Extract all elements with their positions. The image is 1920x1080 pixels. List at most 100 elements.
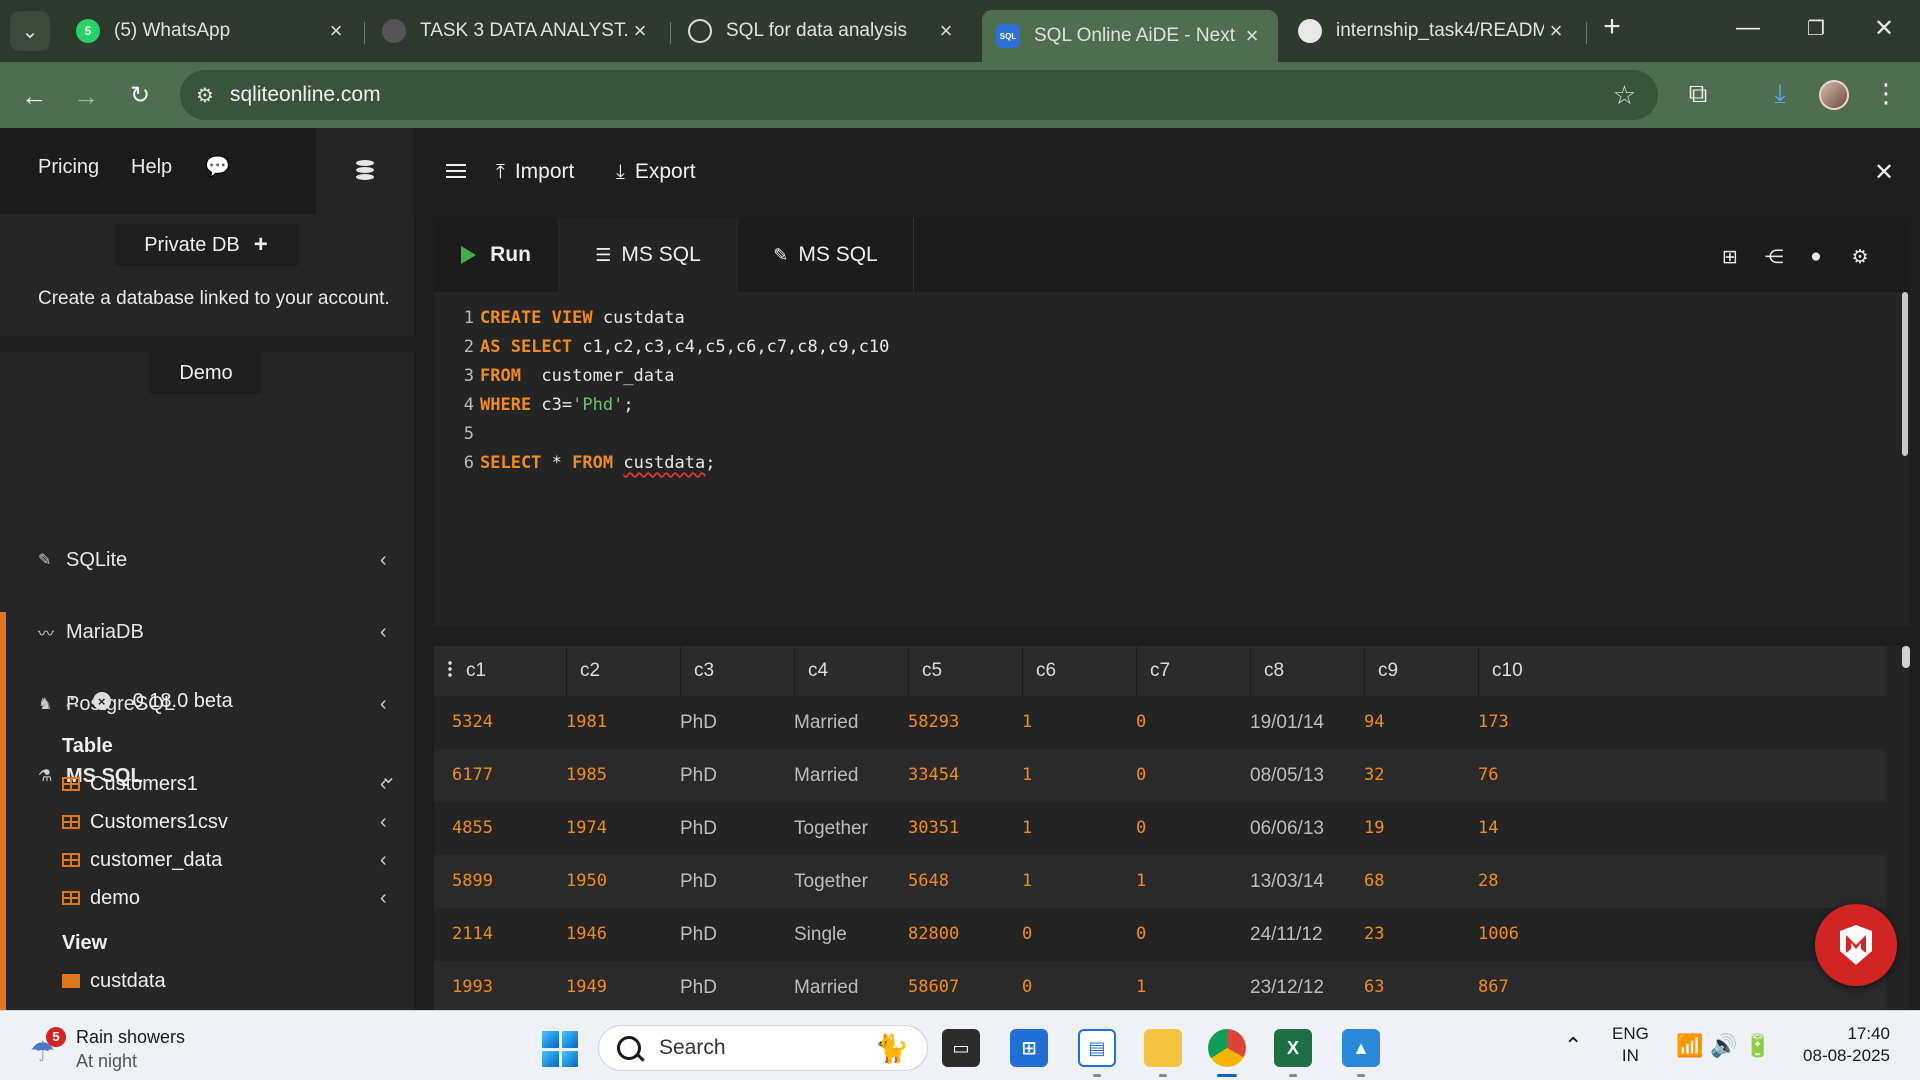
column-header[interactable]: c2 xyxy=(580,646,600,696)
table-cell[interactable]: 4855 xyxy=(452,802,493,855)
table-cell[interactable]: PhD xyxy=(680,749,717,802)
excel-app-icon[interactable]: X xyxy=(1274,1029,1312,1067)
table-cell[interactable]: 58293 xyxy=(908,696,959,749)
close-icon[interactable]: ✕ xyxy=(1874,158,1894,187)
column-divider[interactable] xyxy=(1478,646,1479,696)
table-cell[interactable]: Married xyxy=(794,696,858,749)
bookmark-star-icon[interactable]: ☆ xyxy=(1613,80,1636,111)
code-line[interactable]: 6 SELECT * FROM custdata; xyxy=(434,449,716,478)
browser-tab-sqlonline[interactable]: SQL SQL Online AiDE - Next gen × xyxy=(982,10,1278,62)
volume-icon[interactable]: 🔊 xyxy=(1710,1033,1737,1059)
battery-icon[interactable]: 🔋 xyxy=(1744,1033,1771,1059)
table-cell[interactable]: 19 xyxy=(1364,802,1384,855)
browser-tab-github[interactable]: internship_task4/README.md × xyxy=(1284,10,1582,52)
restore-icon[interactable]: ❐ xyxy=(1796,16,1836,41)
close-icon[interactable]: × xyxy=(1544,18,1568,44)
add-tab-icon[interactable]: ⊞ xyxy=(1718,246,1742,269)
table-cell[interactable]: 23/12/12 xyxy=(1250,961,1324,1010)
table-cell[interactable]: 82800 xyxy=(908,908,959,961)
column-header[interactable]: c10 xyxy=(1492,646,1523,696)
column-header[interactable]: c6 xyxy=(1036,646,1056,696)
export-button[interactable]: ⤓ Export xyxy=(616,160,696,184)
table-cell[interactable]: 1006 xyxy=(1478,908,1519,961)
table-cell[interactable]: 1 xyxy=(1136,961,1146,1010)
windows-start-icon[interactable] xyxy=(542,1031,578,1067)
browser-tab-chatgpt[interactable]: SQL for data analysis × xyxy=(674,10,972,52)
table-cell[interactable]: 1 xyxy=(1136,855,1146,908)
table-cell[interactable]: 24/11/12 xyxy=(1250,908,1323,961)
column-divider[interactable] xyxy=(566,646,567,696)
table-cell[interactable]: 28 xyxy=(1478,855,1498,908)
table-cell[interactable]: 0 xyxy=(1136,749,1146,802)
profile-avatar[interactable] xyxy=(1819,80,1849,110)
table-cell[interactable]: 63 xyxy=(1364,961,1384,1010)
table-cell[interactable]: 23 xyxy=(1364,908,1384,961)
language-indicator[interactable]: ENG IN xyxy=(1612,1023,1649,1067)
table-cell[interactable]: 0 xyxy=(1136,908,1146,961)
editor-scrollbar[interactable] xyxy=(1902,292,1908,456)
table-cell[interactable]: 14 xyxy=(1478,802,1498,855)
import-button[interactable]: ⤒ Import xyxy=(496,160,574,184)
table-cell[interactable]: 1 xyxy=(1022,749,1032,802)
user-icon[interactable]: ● xyxy=(1804,246,1828,268)
table-item-demo[interactable]: demo ‹ xyxy=(0,879,414,917)
microsoft-store-icon[interactable]: ⊞ xyxy=(1010,1029,1048,1067)
table-cell[interactable]: 30351 xyxy=(908,802,959,855)
table-cell[interactable]: 1 xyxy=(1022,855,1032,908)
table-cell[interactable]: 6177 xyxy=(452,749,493,802)
mcafee-shield-icon[interactable] xyxy=(1815,904,1897,986)
minimize-icon[interactable]: — xyxy=(1728,14,1768,42)
table-row[interactable]: 6177 1985 PhD Married 33454 1 0 08/05/13 32 76 xyxy=(434,749,1886,802)
table-cell[interactable]: 1946 xyxy=(566,908,607,961)
table-cell[interactable]: 68 xyxy=(1364,855,1384,908)
table-cell[interactable]: 5324 xyxy=(452,696,493,749)
table-cell[interactable]: 08/05/13 xyxy=(1250,749,1324,802)
table-cell[interactable]: 1974 xyxy=(566,802,607,855)
chrome-menu-icon[interactable]: ⋮ xyxy=(1868,78,1904,109)
results-scrollbar[interactable] xyxy=(1902,646,1910,668)
file-explorer-icon[interactable] xyxy=(1144,1029,1182,1067)
table-cell[interactable]: 1949 xyxy=(566,961,607,1010)
code-line[interactable]: 3 FROM customer_data xyxy=(434,362,675,391)
sidebar-item-mariadb[interactable]: 〰 MariaDB ‹ xyxy=(0,604,414,660)
table-cell[interactable]: 1 xyxy=(1022,696,1032,749)
column-header[interactable]: c4 xyxy=(808,646,828,696)
table-cell[interactable]: 0 xyxy=(1022,961,1032,1010)
code-line[interactable]: 1 CREATE VIEW custdata xyxy=(434,304,685,333)
table-cell[interactable]: PhD xyxy=(680,696,717,749)
new-tab-plus-icon[interactable]: + xyxy=(1592,10,1632,44)
column-header[interactable]: c3 xyxy=(694,646,714,696)
column-divider[interactable] xyxy=(908,646,909,696)
close-icon[interactable]: × xyxy=(934,18,958,44)
table-cell[interactable]: 173 xyxy=(1478,696,1509,749)
table-cell[interactable]: 2114 xyxy=(452,908,493,961)
pricing-link[interactable]: Pricing xyxy=(38,156,99,179)
close-circle-icon[interactable]: × xyxy=(92,692,111,710)
browser-tab-whatsapp[interactable]: 5 (5) WhatsApp × xyxy=(62,10,362,52)
column-header[interactable]: c7 xyxy=(1150,646,1170,696)
sql-code-area[interactable]: 1 CREATE VIEW custdata 2 AS SELECT c1,c2,c3… xyxy=(434,292,1882,626)
help-link[interactable]: Help xyxy=(131,156,172,179)
notepad-app-icon[interactable]: ▤ xyxy=(1078,1029,1116,1067)
table-cell[interactable]: 13/03/14 xyxy=(1250,855,1324,908)
code-line[interactable]: 2 AS SELECT c1,c2,c3,c4,c5,c6,c7,c8,c9,c1… xyxy=(434,333,890,362)
tab-search-button[interactable]: ⌄ xyxy=(10,11,50,51)
sidebar-item-sqlite[interactable]: ✎ SQLite ‹ xyxy=(0,532,414,588)
table-cell[interactable]: Single xyxy=(794,908,847,961)
table-cell[interactable]: Together xyxy=(794,855,868,908)
table-row[interactable]: 2114 1946 PhD Single 82800 0 0 24/11/12 23 1006 xyxy=(434,908,1886,961)
table-cell[interactable]: 32 xyxy=(1364,749,1384,802)
table-cell[interactable]: 867 xyxy=(1478,961,1509,1010)
table-cell[interactable]: PhD xyxy=(680,908,717,961)
url-text[interactable]: sqliteonline.com xyxy=(230,83,381,107)
table-item-customer-data[interactable]: customer_data ‹ xyxy=(0,841,414,879)
column-divider[interactable] xyxy=(1136,646,1137,696)
table-cell[interactable]: 58607 xyxy=(908,961,959,1010)
browser-tab-pdf[interactable]: TASK 3 DATA ANALYST.pdf × xyxy=(368,10,666,52)
table-cell[interactable]: Together xyxy=(794,802,868,855)
column-divider[interactable] xyxy=(1364,646,1365,696)
table-cell[interactable]: 5648 xyxy=(908,855,949,908)
table-row[interactable]: 1993 1949 PhD Married 58607 0 1 23/12/12 63 867 xyxy=(434,961,1886,1010)
clock[interactable]: 17:40 08-08-2025 xyxy=(1790,1023,1890,1067)
column-header[interactable]: c8 xyxy=(1264,646,1284,696)
